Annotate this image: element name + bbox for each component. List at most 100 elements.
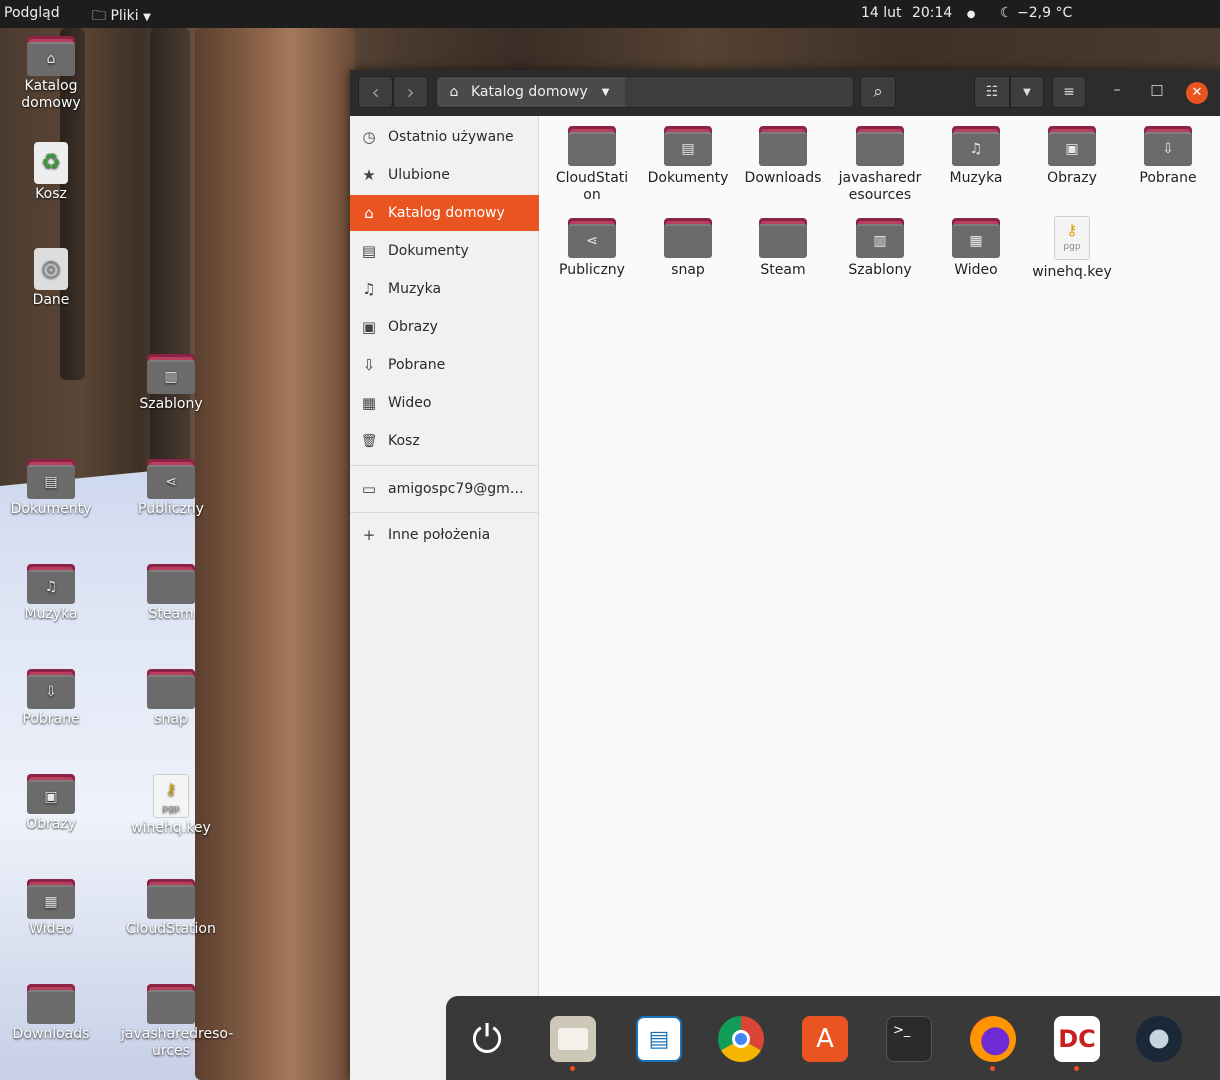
music-note-icon: ♫ — [362, 280, 376, 298]
back-button[interactable]: ‹ — [358, 76, 393, 108]
desktop-icon-label: Pobrane — [22, 711, 80, 727]
download-folder-icon: ⇩ — [1144, 126, 1192, 166]
file-item-templates[interactable]: ▥ Szablony — [834, 218, 926, 279]
firefox-icon[interactable] — [970, 1016, 1016, 1062]
weather-night-icon: ☾ — [1000, 5, 1013, 21]
file-item-label: CloudStati on — [555, 170, 629, 203]
file-item-public[interactable]: ⋖ Publiczny — [546, 218, 638, 279]
desktop-icon-templates[interactable]: ▥ Szablony — [121, 354, 221, 413]
desktop-icon-documents[interactable]: ▤ Dokumenty — [1, 459, 101, 518]
path-segment-home[interactable]: ⌂ Katalog domowy ▼ — [437, 77, 625, 107]
view-options-button[interactable]: ▼ — [1010, 76, 1044, 108]
sidebar-item-recent[interactable]: ◷ Ostatnio używane — [350, 119, 539, 155]
desktop-icon-downloads-pl[interactable]: ⇩ Pobrane — [1, 669, 101, 728]
file-item-label: Muzyka — [949, 170, 1003, 186]
file-item-music[interactable]: ♫ Muzyka — [930, 126, 1022, 187]
desktop-icon-cloudstation[interactable]: CloudStation — [121, 879, 221, 938]
desktop-icon-downloads[interactable]: Downloads — [1, 984, 101, 1043]
sidebar-item-downloads[interactable]: ⇩ Pobrane — [350, 347, 539, 383]
date-text: 14 lut — [861, 5, 902, 21]
sidebar-item-other-locations[interactable]: + Inne położenia — [350, 517, 539, 553]
clock[interactable]: 14 lut 20:14 ● — [861, 5, 976, 21]
desktop-icon-javasharedresources[interactable]: javasharedreso-urces — [121, 984, 234, 1060]
steam-icon[interactable] — [1136, 1016, 1182, 1062]
file-item-javasharedresources[interactable]: javasharedr esources — [834, 126, 926, 204]
notification-dot-icon: ● — [966, 9, 976, 20]
close-button[interactable]: ✕ — [1186, 82, 1208, 104]
file-item-pictures[interactable]: ▣ Obrazy — [1026, 126, 1118, 187]
sidebar-item-label: Katalog domowy — [388, 205, 505, 221]
running-indicator — [570, 1066, 575, 1071]
forward-button[interactable]: › — [393, 76, 428, 108]
sidebar: ◷ Ostatnio używane ★ Ulubione ⌂ Katalog … — [350, 116, 539, 1080]
file-item-downloads-pl[interactable]: ⇩ Pobrane — [1122, 126, 1214, 187]
chrome-icon[interactable] — [718, 1016, 764, 1062]
music-folder-icon: ♫ — [27, 564, 75, 604]
menu-button[interactable]: ≡ — [1052, 76, 1086, 108]
pictures-folder-icon: ▣ — [27, 774, 75, 814]
sidebar-item-home[interactable]: ⌂ Katalog domowy — [350, 195, 539, 231]
activities-label[interactable]: Podgląd — [4, 5, 60, 21]
desktop-icon-label: Dokumenty — [10, 501, 92, 517]
desktop-icon-public[interactable]: ⋖ Publiczny — [121, 459, 221, 518]
desktop-icon-trash[interactable]: ♻ Kosz — [1, 142, 101, 203]
libreoffice-writer-icon[interactable]: ▤ — [636, 1016, 682, 1062]
file-item-snap[interactable]: snap — [642, 218, 734, 279]
doublecmd-icon[interactable]: DC — [1054, 1016, 1100, 1062]
file-item-label: Szablony — [848, 262, 912, 278]
sidebar-item-network-mount[interactable]: ▭ amigospc79@gm… — [350, 471, 539, 507]
file-item-winehq-key[interactable]: ⚷ pgp winehq.key — [1026, 216, 1118, 281]
terminal-icon[interactable]: >_ — [886, 1016, 932, 1062]
pgp-key-icon: ⚷ pgp — [1054, 216, 1090, 260]
plus-icon: + — [362, 526, 376, 544]
weather-indicator[interactable]: ☾ −2,9 °C — [1000, 5, 1072, 21]
file-item-label: javasharedr esources — [838, 170, 922, 203]
file-item-downloads[interactable]: Downloads — [737, 126, 829, 187]
dock: ⏻ ▤ A >_ DC — [446, 996, 1220, 1080]
desktop-icon-videos[interactable]: ▦ Wideo — [1, 879, 101, 938]
list-view-icon: ☷ — [985, 84, 999, 100]
home-icon: ⌂ — [364, 204, 374, 222]
sidebar-item-music[interactable]: ♫ Muzyka — [350, 271, 539, 307]
file-item-cloudstation[interactable]: CloudStati on — [546, 126, 638, 204]
sidebar-item-pictures[interactable]: ▣ Obrazy — [350, 309, 539, 345]
desktop-icon-drive[interactable]: ◎ Dane — [1, 248, 101, 309]
templates-folder-icon: ▥ — [856, 218, 904, 258]
desktop-icon-home[interactable]: ⌂ Katalog domowy — [1, 36, 101, 112]
files-menu[interactable]: 🗀 Pliki ▼ — [92, 5, 151, 29]
sidebar-item-trash[interactable]: 🗑 Kosz — [350, 423, 539, 459]
hamburger-menu-icon: ≡ — [1063, 84, 1075, 100]
software-center-icon[interactable]: A — [802, 1016, 848, 1062]
sidebar-item-videos[interactable]: ▦ Wideo — [350, 385, 539, 421]
sidebar-item-starred[interactable]: ★ Ulubione — [350, 157, 539, 193]
path-bar[interactable]: ⌂ Katalog domowy ▼ — [436, 76, 854, 108]
desktop-icon-label: javasharedreso-urces — [121, 1026, 234, 1059]
desktop-icon-music[interactable]: ♫ Muzyka — [1, 564, 101, 623]
file-item-steam[interactable]: Steam — [737, 218, 829, 279]
drive-icon: ◎ — [34, 248, 68, 290]
header-bar: ‹ › ⌂ Katalog domowy ▼ ⌕ ☷ ▼ ≡ – □ ✕ — [350, 70, 1220, 116]
view-list-button[interactable]: ☷ — [974, 76, 1010, 108]
desktop-icon-steam[interactable]: Steam — [121, 564, 221, 623]
desktop-icon-label: Muzyka — [24, 606, 78, 622]
file-item-label: Dokumenty — [647, 170, 729, 186]
files-app-icon[interactable] — [550, 1016, 596, 1062]
search-button[interactable]: ⌕ — [860, 76, 896, 108]
file-item-videos[interactable]: ▦ Wideo — [930, 218, 1022, 279]
desktop-icon-winehq-key[interactable]: ⚷ pgp winehq.key — [121, 774, 221, 837]
sidebar-item-label: Inne położenia — [388, 527, 491, 543]
top-bar: Podgląd 🗀 Pliki ▼ 14 lut 20:14 ● ☾ −2,9 … — [0, 0, 1220, 28]
minimize-icon[interactable]: – — [1106, 82, 1128, 98]
file-view: CloudStati on ▤ Dokumenty Downloads javas… — [540, 116, 1220, 1080]
power-icon[interactable]: ⏻ — [464, 1016, 510, 1062]
pictures-folder-icon: ▣ — [1048, 126, 1096, 166]
desktop-icon-label: Kosz — [35, 186, 67, 202]
desktop-icon-pictures[interactable]: ▣ Obrazy — [1, 774, 101, 833]
sidebar-item-label: Ulubione — [388, 167, 450, 183]
file-item-documents[interactable]: ▤ Dokumenty — [642, 126, 734, 187]
files-menu-label: Pliki — [110, 8, 139, 24]
maximize-icon[interactable]: □ — [1146, 82, 1168, 98]
desktop-icon-snap[interactable]: snap — [121, 669, 221, 728]
sidebar-item-documents[interactable]: ▤ Dokumenty — [350, 233, 539, 269]
file-item-label: Obrazy — [1047, 170, 1097, 186]
